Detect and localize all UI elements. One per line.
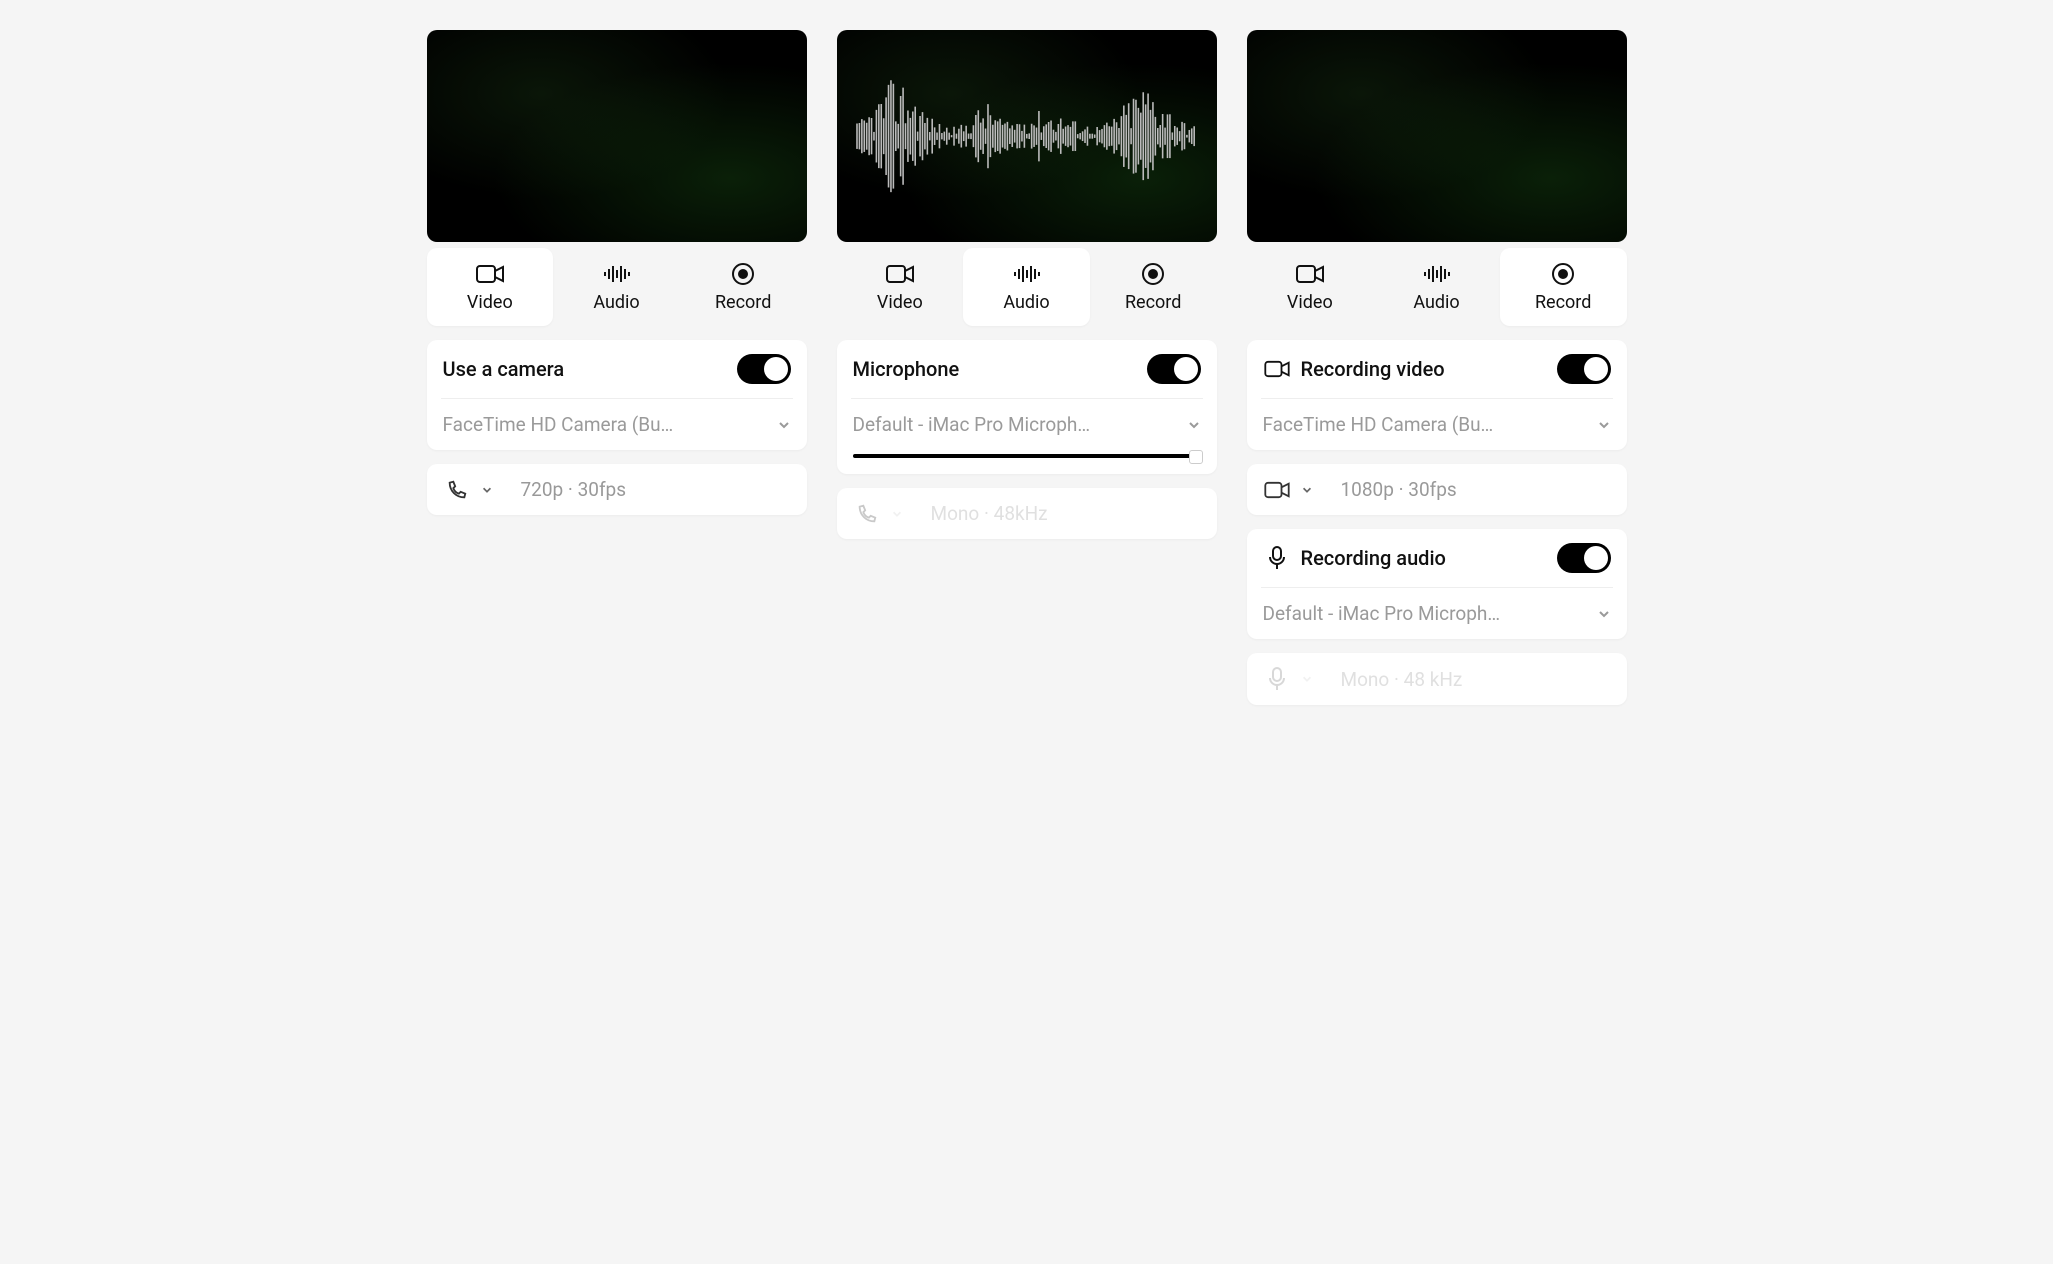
tab-label: Record [715, 292, 771, 313]
chevron-down-icon [1597, 607, 1611, 621]
recording-audio-format-card: Mono · 48 kHz [1247, 653, 1627, 705]
record-icon [731, 262, 755, 286]
chevron-down-icon [891, 508, 903, 520]
recording-video-card: Recording video FaceTime HD Camera (Bu… [1247, 340, 1627, 450]
tab-label: Video [467, 292, 513, 313]
record-icon [1551, 262, 1575, 286]
camera-icon [1263, 360, 1291, 378]
waveform-icon [1013, 262, 1041, 286]
section-title: Use a camera [443, 357, 727, 381]
microphone-toggle-row: Microphone [837, 340, 1217, 398]
audio-format-text: Mono · 48kHz [931, 502, 1048, 525]
microphone-icon [1263, 667, 1291, 691]
camera-card: Use a camera FaceTime HD Camera (Bu… [427, 340, 807, 450]
recording-audio-toggle-row: Recording audio [1247, 529, 1627, 587]
camera-toggle-row: Use a camera [427, 340, 807, 398]
panel-audio: Video Audio [837, 30, 1217, 539]
quality-text: 1080p · 30fps [1341, 478, 1457, 501]
tab-audio[interactable]: Audio [553, 248, 680, 326]
tab-record[interactable]: Record [1090, 248, 1217, 326]
camera-icon [1263, 481, 1291, 499]
panel-video: Video Audio [427, 30, 807, 515]
tab-video[interactable]: Video [427, 248, 554, 326]
tabs: Video Audio [837, 248, 1217, 326]
tab-label: Video [877, 292, 923, 313]
tab-label: Audio [1413, 292, 1459, 313]
device-name: Default - iMac Pro Microph… [1263, 602, 1587, 625]
video-preview [427, 30, 807, 242]
tabs: Video Audio [1247, 248, 1627, 326]
device-name: FaceTime HD Camera (Bu… [443, 413, 767, 436]
tab-record[interactable]: Record [1500, 248, 1627, 326]
record-icon [1141, 262, 1165, 286]
tab-video[interactable]: Video [837, 248, 964, 326]
tab-label: Record [1535, 292, 1591, 313]
chevron-down-icon [1597, 418, 1611, 432]
call-quality-select[interactable]: 720p · 30fps [427, 464, 807, 515]
tabs: Video Audio [427, 248, 807, 326]
microphone-volume-row [837, 450, 1217, 474]
record-preview [1247, 30, 1627, 242]
panel-record: Video Audio [1247, 30, 1627, 705]
tab-label: Video [1287, 292, 1333, 313]
chevron-down-icon [777, 418, 791, 432]
tab-audio[interactable]: Audio [1373, 248, 1500, 326]
camera-icon [1296, 262, 1324, 286]
tab-label: Audio [593, 292, 639, 313]
section-title: Recording video [1301, 357, 1547, 381]
phone-icon [443, 479, 471, 501]
chevron-down-icon [1301, 673, 1313, 685]
recording-audio-card: Recording audio Default - iMac Pro Micro… [1247, 529, 1627, 639]
recording-video-quality-select[interactable]: 1080p · 30fps [1247, 464, 1627, 515]
call-audio-select[interactable]: Mono · 48kHz [837, 488, 1217, 539]
device-name: Default - iMac Pro Microph… [853, 413, 1177, 436]
camera-toggle[interactable] [737, 354, 791, 384]
section-title: Recording audio [1301, 546, 1547, 570]
microphone-toggle[interactable] [1147, 354, 1201, 384]
call-quality-card: 720p · 30fps [427, 464, 807, 515]
recording-video-toggle[interactable] [1557, 354, 1611, 384]
chevron-down-icon [1301, 484, 1313, 496]
waveform-visualization [852, 62, 1202, 210]
section-title: Microphone [853, 357, 1137, 381]
microphone-volume-slider[interactable] [853, 454, 1201, 458]
chevron-down-icon [481, 484, 493, 496]
recording-audio-toggle[interactable] [1557, 543, 1611, 573]
recording-video-toggle-row: Recording video [1247, 340, 1627, 398]
tab-label: Record [1125, 292, 1181, 313]
chevron-down-icon [1187, 418, 1201, 432]
camera-icon [476, 262, 504, 286]
device-name: FaceTime HD Camera (Bu… [1263, 413, 1587, 436]
tab-audio[interactable]: Audio [963, 248, 1090, 326]
recording-audio-format-select[interactable]: Mono · 48 kHz [1247, 653, 1627, 705]
microphone-card: Microphone Default - iMac Pro Microph… [837, 340, 1217, 474]
tab-record[interactable]: Record [680, 248, 807, 326]
microphone-device-select[interactable]: Default - iMac Pro Microph… [837, 399, 1217, 450]
quality-text: 720p · 30fps [521, 478, 627, 501]
phone-icon [853, 503, 881, 525]
recording-video-quality-card: 1080p · 30fps [1247, 464, 1627, 515]
camera-icon [886, 262, 914, 286]
microphone-icon [1263, 546, 1291, 570]
waveform-icon [1423, 262, 1451, 286]
audio-preview [837, 30, 1217, 242]
call-audio-card: Mono · 48kHz [837, 488, 1217, 539]
tab-label: Audio [1003, 292, 1049, 313]
camera-device-select[interactable]: FaceTime HD Camera (Bu… [427, 399, 807, 450]
recording-video-device-select[interactable]: FaceTime HD Camera (Bu… [1247, 399, 1627, 450]
waveform-icon [603, 262, 631, 286]
recording-audio-device-select[interactable]: Default - iMac Pro Microph… [1247, 588, 1627, 639]
tab-video[interactable]: Video [1247, 248, 1374, 326]
audio-format-text: Mono · 48 kHz [1341, 668, 1463, 691]
